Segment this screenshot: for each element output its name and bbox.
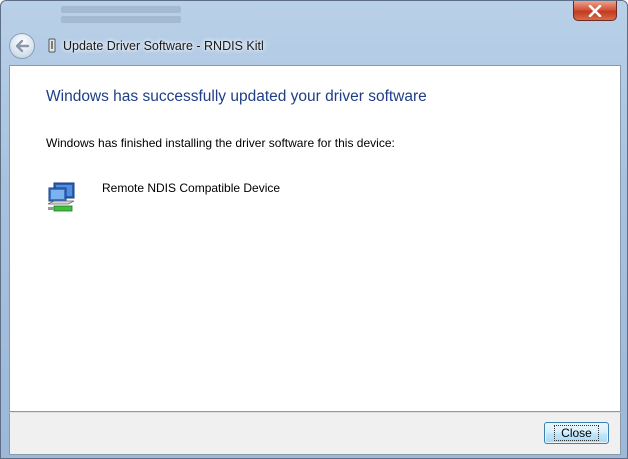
driver-update-window: Update Driver Software - RNDIS Kitl Wind… [0, 0, 628, 459]
close-button-label: Close [554, 425, 599, 441]
arrow-left-icon [15, 39, 30, 53]
footer-bar: Close [9, 412, 621, 455]
content-panel: Windows has successfully updated your dr… [9, 65, 621, 412]
device-plug-icon [48, 38, 56, 53]
device-name: Remote NDIS Compatible Device [102, 181, 281, 195]
close-icon [588, 4, 602, 17]
close-button[interactable]: Close [544, 422, 609, 444]
description-text: Windows has finished installing the driv… [46, 136, 395, 150]
title-area: Update Driver Software - RNDIS Kitl [9, 29, 621, 63]
window-title: Update Driver Software - RNDIS Kitl [63, 39, 264, 53]
window-close-button[interactable] [573, 1, 617, 21]
back-button[interactable] [9, 33, 35, 59]
page-title: Windows has successfully updated your dr… [46, 88, 427, 105]
network-adapter-icon [47, 182, 75, 212]
